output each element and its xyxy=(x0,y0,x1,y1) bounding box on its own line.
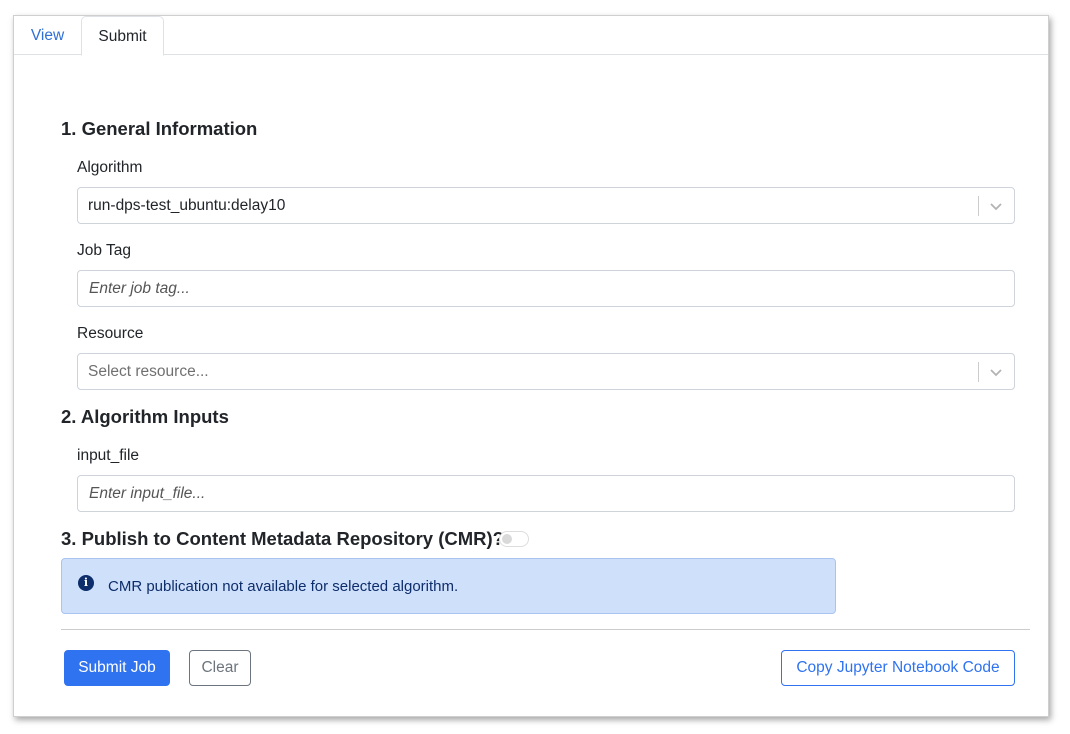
cmr-info-alert-text: CMR publication not available for select… xyxy=(108,578,459,595)
publish-cmr-toggle[interactable] xyxy=(499,531,529,547)
resource-select[interactable]: Select resource... xyxy=(77,353,1015,390)
toggle-knob xyxy=(502,534,512,544)
algorithm-label: Algorithm xyxy=(77,159,143,176)
job-tag-input[interactable] xyxy=(77,270,1015,307)
algorithm-select-value: run-dps-test_ubuntu:delay10 xyxy=(88,197,286,214)
tab-submit[interactable]: Submit xyxy=(81,16,164,56)
submit-job-panel: View Submit 1. General Information Algor… xyxy=(13,15,1049,717)
section-algorithm-inputs-heading: 2. Algorithm Inputs xyxy=(61,406,229,427)
tab-view[interactable]: View xyxy=(14,16,81,55)
select-separator xyxy=(978,362,979,382)
copy-jupyter-notebook-code-button[interactable]: Copy Jupyter Notebook Code xyxy=(781,650,1015,686)
algorithm-select[interactable]: run-dps-test_ubuntu:delay10 xyxy=(77,187,1015,224)
input-file-label: input_file xyxy=(77,447,140,464)
cmr-info-alert: i CMR publication not available for sele… xyxy=(61,558,836,614)
input-file-input[interactable] xyxy=(77,475,1015,512)
tab-bar: View Submit xyxy=(14,16,1048,56)
info-icon: i xyxy=(78,575,94,591)
clear-button[interactable]: Clear xyxy=(189,650,251,686)
chevron-down-icon[interactable] xyxy=(988,198,1004,214)
footer-divider xyxy=(61,629,1030,630)
select-separator xyxy=(978,196,979,216)
resource-select-placeholder: Select resource... xyxy=(88,363,209,380)
job-tag-label: Job Tag xyxy=(77,242,132,259)
section-general-information-heading: 1. General Information xyxy=(61,118,258,139)
resource-label: Resource xyxy=(77,325,144,342)
section-publish-cmr-heading: 3. Publish to Content Metadata Repositor… xyxy=(61,528,504,549)
chevron-down-icon[interactable] xyxy=(988,364,1004,380)
submit-job-button[interactable]: Submit Job xyxy=(64,650,170,686)
